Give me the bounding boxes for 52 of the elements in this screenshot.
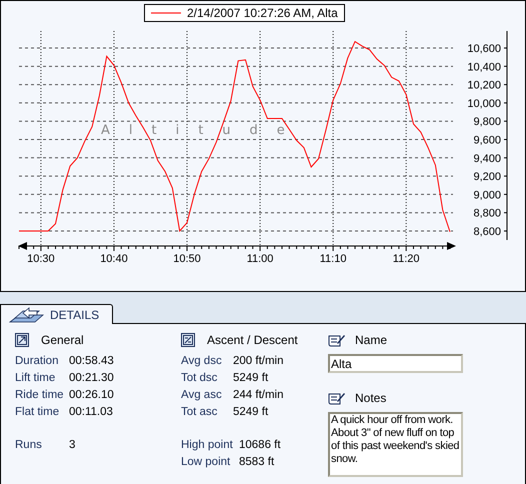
stat-value: 00:11.03	[69, 404, 113, 420]
stat-label: Flat time	[15, 404, 60, 420]
legend-label: 2/14/2007 10:27:26 AM, Alta	[187, 5, 338, 22]
y-tick-label: 9,000	[473, 189, 501, 202]
x-tick-label: 10:40	[100, 253, 128, 265]
details-tab[interactable]: DETAILS	[0, 304, 113, 324]
chart-legend: 2/14/2007 10:27:26 AM, Alta	[144, 4, 345, 22]
x-tick-label: 10:50	[173, 253, 201, 265]
x-tick-label: 10:30	[27, 253, 55, 265]
chart-box-icon	[181, 333, 195, 347]
stat-label: Lift time	[15, 370, 56, 386]
stat-value: 8583 ft	[239, 454, 274, 470]
stat-value: 5249 ft	[233, 404, 268, 420]
stat-label: Tot asc	[181, 404, 218, 420]
x-tick-label: 11:20	[392, 253, 420, 265]
section-title: General	[41, 332, 84, 349]
stat-label: Ride time	[15, 388, 65, 403]
y-tick-label: 8,800	[473, 208, 501, 220]
stat-label: Duration	[15, 354, 60, 369]
stat-label: Runs	[15, 438, 43, 453]
y-tick-label: 9,200	[473, 171, 501, 184]
stat-value: 3	[69, 438, 76, 453]
y-tick-label: 9,800	[473, 116, 501, 128]
chart-box-icon	[15, 333, 29, 347]
stat-label: Low point	[181, 454, 232, 470]
stat-label: High point	[181, 438, 234, 453]
note-pen-icon	[328, 332, 346, 348]
stat-value: 200 ft/min	[233, 354, 284, 369]
stat-value: 5249 ft	[233, 370, 268, 386]
y-tick-label: 10,400	[467, 61, 501, 74]
stat-label: Tot dsc	[181, 370, 218, 386]
section-title: Name	[355, 332, 388, 349]
x-tick-label: 11:10	[320, 253, 346, 265]
x-tick-label: 11:00	[246, 253, 274, 265]
note-pen-icon	[328, 390, 346, 406]
stat-value: 10686 ft	[239, 438, 281, 453]
y-tick-label: 10,200	[467, 80, 501, 92]
y-tick-label: 10,000	[467, 98, 501, 110]
section-title: Ascent / Descent	[207, 332, 298, 349]
y-tick-label: 9,600	[473, 134, 501, 146]
section-title: Notes	[355, 390, 386, 407]
name-field[interactable]: Alta	[328, 354, 463, 373]
stat-value: 00:26.10	[69, 388, 114, 403]
y-tick-label: 9,400	[473, 152, 501, 165]
y-tick-label: 10,600	[467, 43, 501, 56]
y-tick-label: 8,600	[473, 226, 501, 238]
stat-label: Avg asc	[181, 388, 223, 403]
stat-value: 244 ft/min	[233, 388, 284, 403]
stat-value: 00:58.43	[69, 354, 114, 369]
notes-field[interactable]: A quick hour off from work. About 3" of new fluff on top of this past weekend's skied snow.	[328, 412, 463, 477]
stat-label: Avg dsc	[181, 354, 223, 369]
stat-value: 00:21.30	[69, 370, 114, 386]
